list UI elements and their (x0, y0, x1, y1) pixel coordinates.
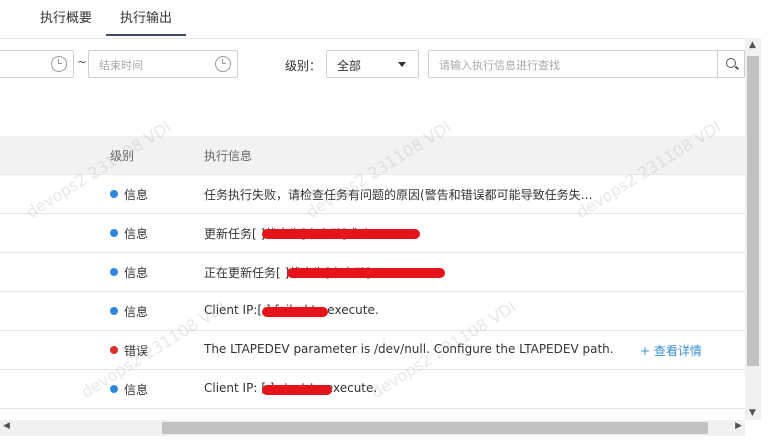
search-button[interactable] (717, 50, 745, 78)
search-icon (726, 58, 736, 68)
horizontal-scrollbar[interactable]: ◀ ▶ (0, 420, 745, 436)
redaction-mark (262, 229, 420, 239)
table-row: 错误 The LTAPEDEV parameter is /dev/null. … (0, 331, 745, 370)
level-select-value: 全部 (337, 59, 362, 73)
table-header: 级别 执行信息 (0, 136, 745, 175)
log-table: 级别 执行信息 信息 任务执行失败，请检查任务有问题的原因(警告和错误都可能导致… (0, 136, 745, 409)
active-tab-indicator (106, 34, 186, 36)
info-dot-icon (110, 268, 118, 276)
vertical-scrollbar[interactable]: ▲ ▼ (745, 38, 761, 420)
clock-icon[interactable] (215, 56, 231, 72)
table-row: 信息 Client IP: [ ] start to execute. (0, 370, 745, 409)
redaction-mark (262, 385, 332, 395)
scroll-left-icon[interactable]: ◀ (3, 421, 10, 431)
info-dot-icon (110, 190, 118, 198)
scroll-up-icon[interactable]: ▲ (749, 40, 756, 50)
error-dot-icon (110, 346, 118, 354)
search-input[interactable]: 请输入执行信息进行查找 (428, 50, 718, 78)
column-header-level: 级别 (110, 149, 135, 163)
table-row: 信息 Client IP:[ ] failed to execute. (0, 292, 745, 331)
tab-execution-output[interactable]: 执行输出 (120, 10, 172, 28)
table-row: 信息 更新任务[ ]状态为[未启动]成功。 (0, 214, 745, 253)
clock-icon[interactable] (51, 56, 67, 72)
start-time-input[interactable] (0, 50, 74, 78)
date-range-separator: ~ (77, 55, 88, 69)
info-dot-icon (110, 229, 118, 237)
info-dot-icon (110, 307, 118, 315)
row-level: 信息 (124, 305, 149, 319)
row-level: 信息 (124, 266, 149, 280)
redaction-mark (262, 307, 328, 317)
caret-down-icon (398, 62, 406, 67)
vertical-scroll-thumb[interactable] (747, 56, 759, 366)
row-level: 错误 (124, 344, 149, 358)
level-select[interactable]: 全部 (326, 50, 419, 78)
scroll-right-icon[interactable]: ▶ (735, 421, 742, 431)
row-level: 信息 (124, 188, 149, 202)
row-message: The LTAPEDEV parameter is /dev/null. Con… (204, 342, 614, 356)
row-level: 信息 (124, 227, 149, 241)
redaction-mark (287, 268, 445, 278)
level-filter-label: 级别： (285, 59, 322, 73)
row-level: 信息 (124, 383, 149, 397)
info-dot-icon (110, 385, 118, 393)
view-details-link[interactable]: + 查看详情 (640, 342, 702, 359)
search-placeholder: 请输入执行信息进行查找 (439, 59, 560, 72)
filter-bar: ~ 结束时间 级别： 全部 请输入执行信息进行查找 (0, 50, 745, 80)
horizontal-scroll-thumb[interactable] (162, 422, 708, 434)
scroll-down-icon[interactable]: ▼ (749, 408, 756, 418)
table-row: 信息 正在更新任务[ ]状态为[未启动]。 (0, 253, 745, 292)
table-row: 信息 任务执行失败，请检查任务有问题的原因(警告和错误都可能导致任务失… (0, 175, 745, 214)
column-header-info: 执行信息 (204, 149, 253, 163)
row-message: 任务执行失败，请检查任务有问题的原因(警告和错误都可能导致任务失… (204, 188, 593, 202)
tab-bar: 执行概要 执行输出 (0, 0, 745, 39)
end-time-input[interactable]: 结束时间 (88, 50, 238, 78)
tab-execution-summary[interactable]: 执行概要 (40, 10, 92, 28)
end-time-placeholder: 结束时间 (99, 59, 143, 72)
